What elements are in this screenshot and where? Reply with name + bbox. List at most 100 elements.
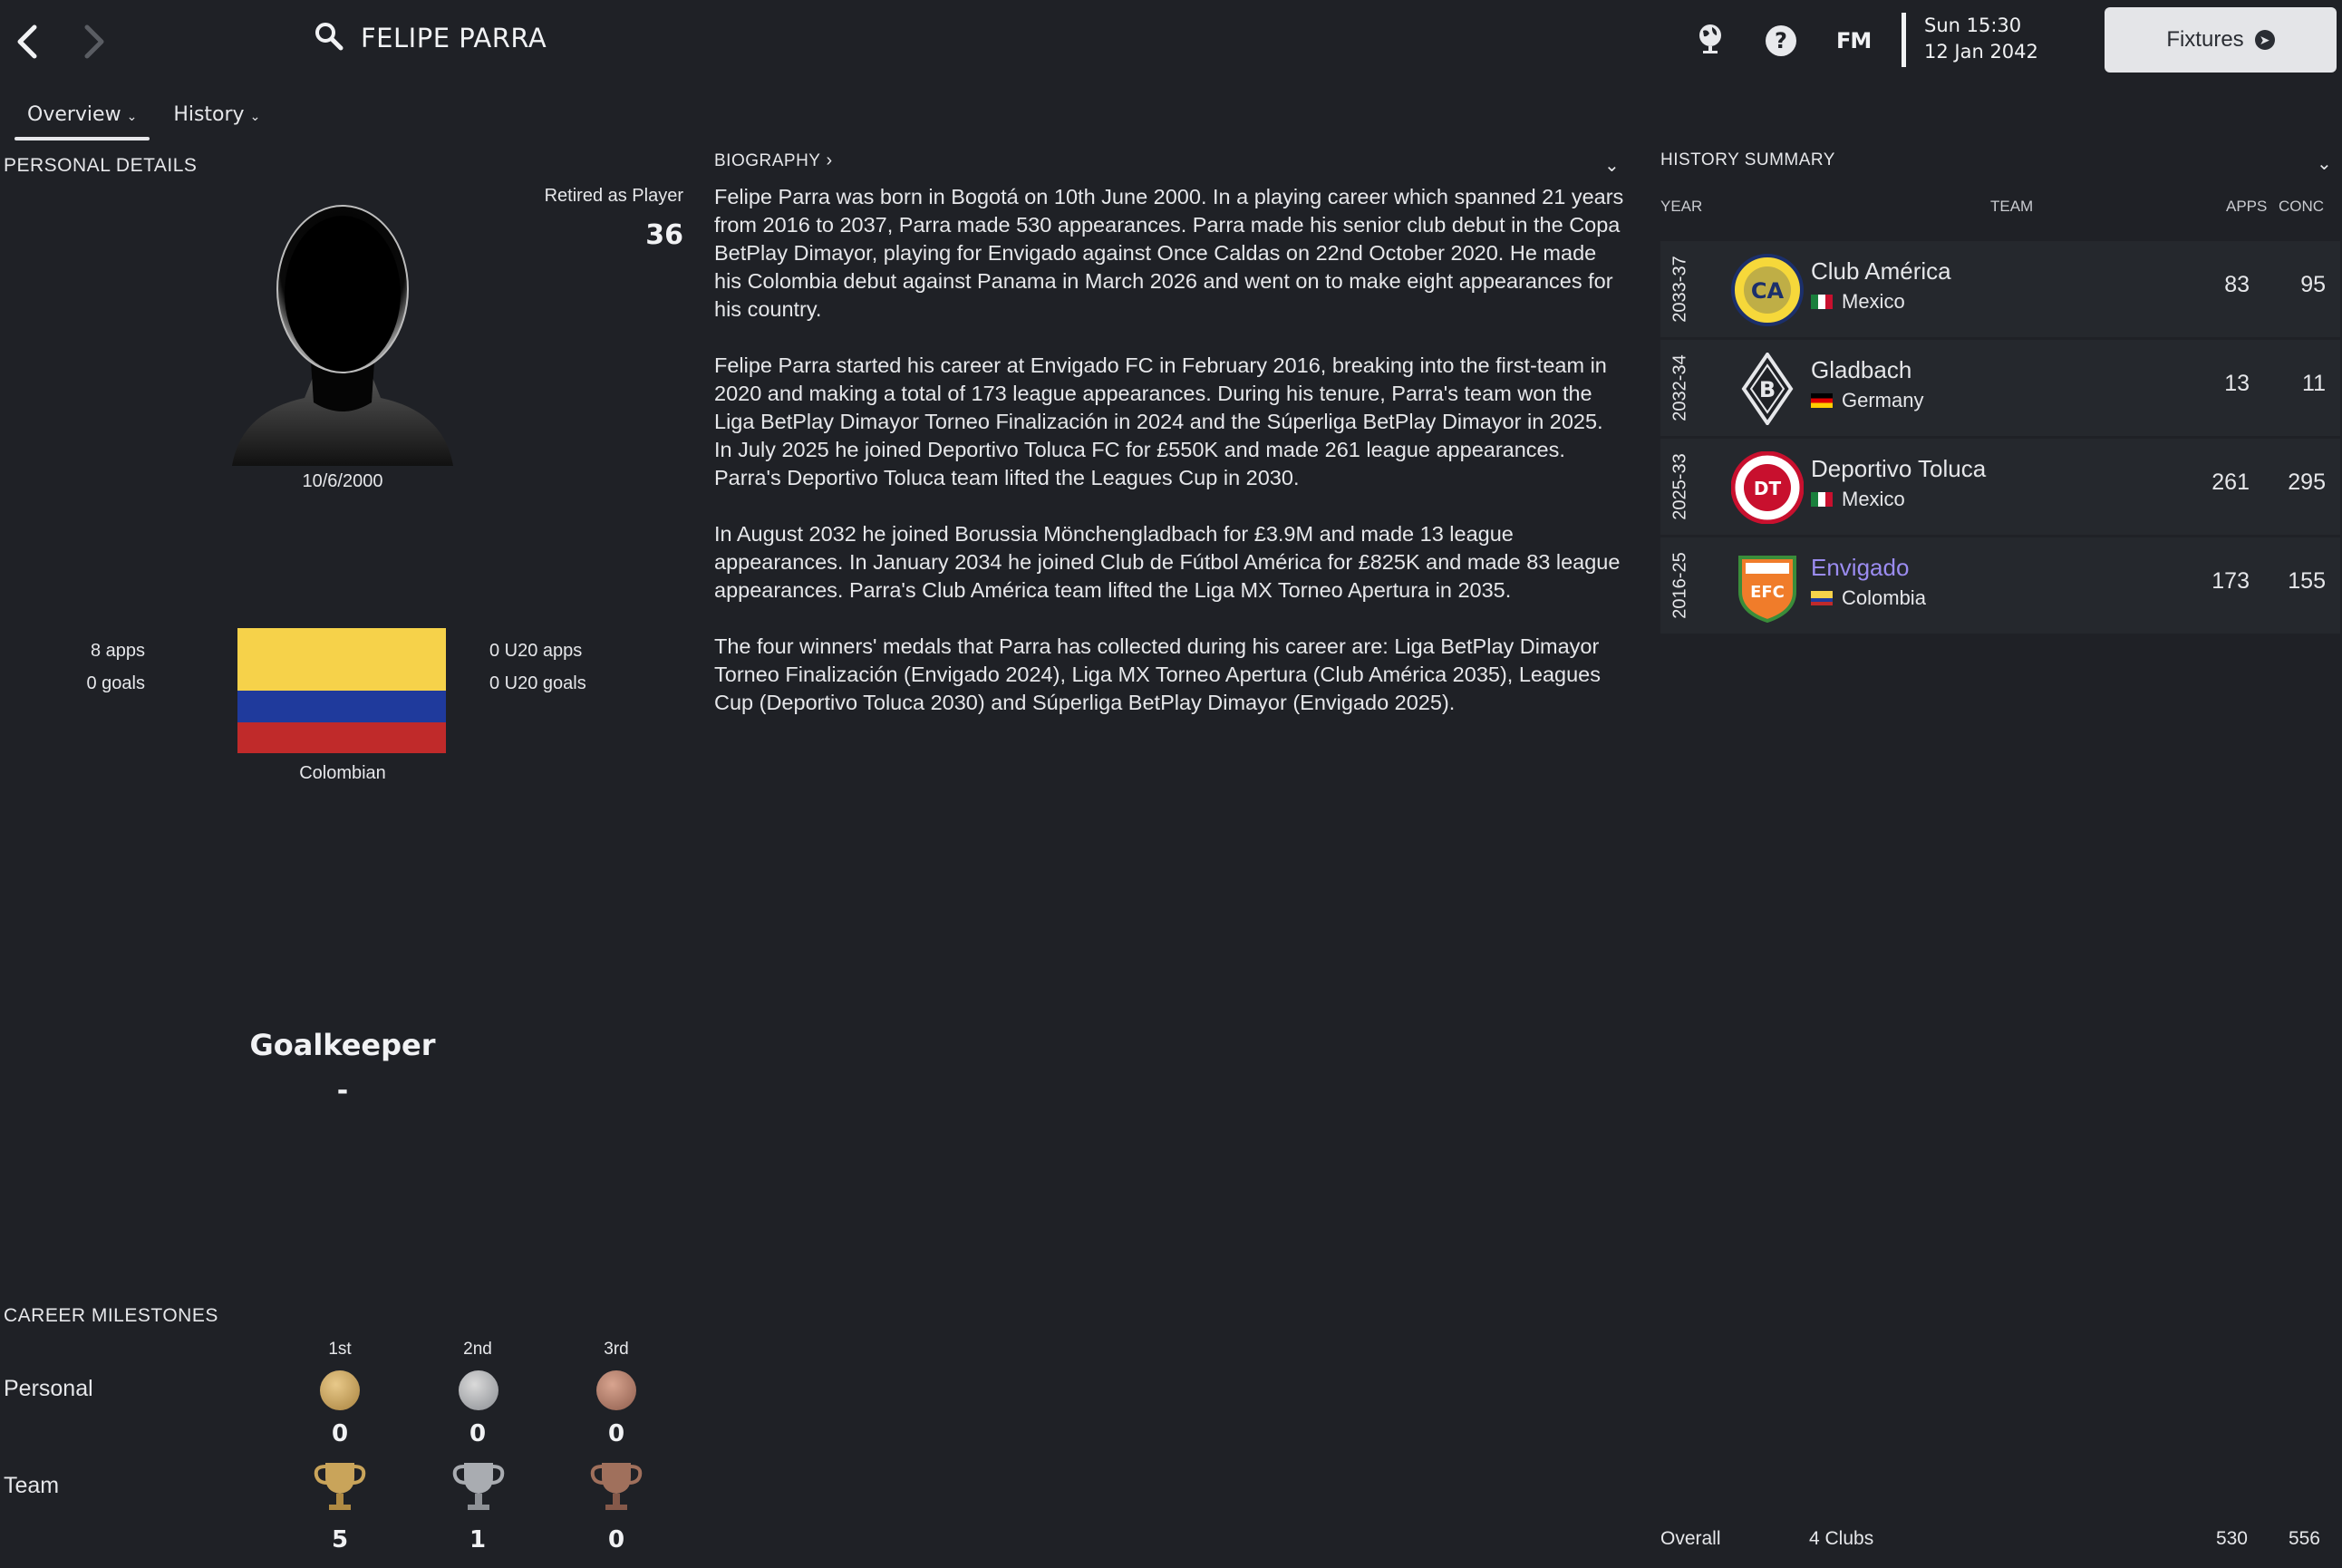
team-second-count: 1 [469, 1526, 487, 1553]
player-name: FELIPE PARRA [361, 23, 547, 53]
overall-apps: 530 [2215, 1528, 2248, 1549]
conc-value: 95 [2300, 272, 2326, 297]
personal-row-label: Personal [4, 1376, 93, 1401]
game-date-text: 12 Jan 2042 [1924, 41, 2038, 63]
colombia-flag [237, 628, 446, 753]
apps-value: 13 [2224, 371, 2250, 396]
forward-arrow-icon[interactable] [71, 16, 116, 67]
fm-logo[interactable]: FM [1836, 28, 1872, 53]
gladbach-crest-icon[interactable]: B [1731, 351, 1804, 427]
gold-trophy-icon [311, 1457, 369, 1515]
personal-second-count: 0 [469, 1420, 487, 1447]
globe-icon[interactable] [1695, 22, 1726, 60]
gold-medal-icon [320, 1370, 360, 1410]
status-label: Retired as Player [544, 186, 683, 206]
history-year: 2033-37 [1669, 256, 1690, 323]
overall-clubs: 4 Clubs [1809, 1528, 1874, 1549]
conc-value: 11 [2302, 371, 2326, 396]
nation-label: Mexico [1842, 488, 1905, 510]
top-icons: ? FM [1695, 22, 1872, 60]
player-role: - [336, 1075, 349, 1107]
bronze-medal-icon [596, 1370, 636, 1410]
help-icon[interactable]: ? [1766, 25, 1796, 56]
germany-flag-icon [1811, 393, 1833, 408]
team-row-label: Team [4, 1473, 60, 1498]
career-milestones-title: CAREER MILESTONES [4, 1305, 218, 1326]
mexico-flag-icon [1811, 295, 1833, 309]
history-year: 2032-34 [1669, 354, 1690, 421]
team-third-count: 0 [607, 1526, 625, 1553]
tab-overview-label: Overview [27, 103, 121, 126]
silver-medal-icon [459, 1370, 498, 1410]
date-of-birth: 10/6/2000 [302, 471, 383, 491]
fixtures-button[interactable]: Fixtures ➤ [2105, 7, 2337, 73]
svg-text:EFC: EFC [1750, 583, 1785, 602]
international-apps: 8 apps [90, 641, 145, 661]
chevron-down-icon[interactable]: ⌄ [2317, 152, 2332, 174]
overall-conc: 556 [2288, 1528, 2320, 1549]
col-team[interactable]: TEAM [1990, 198, 2033, 216]
history-row[interactable]: 2025-33 DT Deportivo Toluca Mexico 261 2… [1660, 439, 2340, 535]
international-goals: 0 goals [86, 673, 146, 693]
svg-text:DT: DT [1754, 478, 1782, 499]
u20-apps: 0 U20 apps [489, 641, 583, 661]
personal-third-count: 0 [607, 1420, 625, 1447]
place-third: 3rd [604, 1340, 629, 1359]
personal-first-count: 0 [331, 1420, 349, 1447]
biography-title: BIOGRAPHY [714, 150, 821, 170]
team-nation: Mexico [1811, 290, 1905, 314]
place-first: 1st [328, 1340, 352, 1359]
chevron-down-icon: ⌄ [126, 110, 138, 124]
mexico-flag-icon [1811, 492, 1833, 507]
history-row[interactable]: 2016-25 EFC Envigado Colombia 173 155 [1660, 537, 2340, 634]
history-row[interactable]: 2033-37 CA Club América Mexico 83 95 [1660, 241, 2340, 337]
back-arrow-icon[interactable] [5, 16, 51, 67]
apps-value: 261 [2211, 469, 2250, 495]
biography-paragraph: Felipe Parra was born in Bogotá on 10th … [714, 185, 1624, 321]
toluca-crest-icon[interactable]: DT [1730, 450, 1805, 525]
conc-value: 155 [2288, 568, 2326, 594]
history-year: 2016-25 [1669, 552, 1690, 619]
personal-details-title: PERSONAL DETAILS [4, 155, 198, 176]
nation-label: Mexico [1842, 290, 1905, 313]
fixtures-label: Fixtures [2166, 27, 2244, 52]
player-position: Goalkeeper [249, 1028, 436, 1062]
biography-header[interactable]: BIOGRAPHY › [714, 150, 833, 171]
tab-overview[interactable]: Overview ⌄ [15, 98, 150, 140]
chevron-down-icon[interactable]: ⌄ [1604, 154, 1620, 176]
history-row[interactable]: 2032-34 B Gladbach Germany 13 11 [1660, 340, 2340, 436]
team-name[interactable]: Club América [1811, 257, 1951, 286]
apps-value: 83 [2224, 272, 2250, 297]
bronze-trophy-icon [587, 1457, 645, 1515]
team-nation: Colombia [1811, 586, 1926, 610]
team-nation: Mexico [1811, 488, 1905, 511]
biography-paragraph: Felipe Parra started his career at Envig… [714, 353, 1607, 489]
top-bar: FELIPE PARRA ? FM Sun 15:30 12 Jan 2042 … [0, 0, 2342, 83]
team-nation: Germany [1811, 389, 1923, 412]
arrow-right-circle-icon: ➤ [2254, 30, 2275, 50]
search-bar[interactable]: FELIPE PARRA [314, 11, 547, 65]
team-name[interactable]: Envigado [1811, 554, 1909, 582]
team-name[interactable]: Gladbach [1811, 356, 1911, 384]
player-silhouette [223, 194, 462, 466]
biography-paragraph: In August 2032 he joined Borussia Mönche… [714, 522, 1621, 602]
game-time: Sun 15:30 [1924, 15, 2022, 36]
search-icon[interactable] [314, 21, 344, 55]
u20-goals: 0 U20 goals [489, 673, 586, 693]
team-name[interactable]: Deportivo Toluca [1811, 455, 1986, 483]
col-conc[interactable]: CONC [2279, 198, 2324, 216]
col-apps[interactable]: APPS [2226, 198, 2267, 216]
col-year[interactable]: YEAR [1660, 198, 1702, 216]
envigado-crest-icon[interactable]: EFC [1731, 550, 1804, 624]
player-age: 36 [645, 219, 683, 251]
conc-value: 295 [2288, 469, 2326, 495]
tab-history-label: History [173, 103, 245, 126]
apps-value: 173 [2211, 568, 2250, 594]
tab-history[interactable]: History ⌄ [160, 98, 273, 140]
chevron-right-icon: › [826, 150, 833, 170]
place-second: 2nd [463, 1340, 492, 1359]
nation-label: Germany [1842, 389, 1924, 411]
svg-text:B: B [1759, 377, 1776, 402]
club-america-crest-icon[interactable]: CA [1731, 254, 1804, 326]
history-summary-title: HISTORY SUMMARY [1660, 150, 1835, 169]
